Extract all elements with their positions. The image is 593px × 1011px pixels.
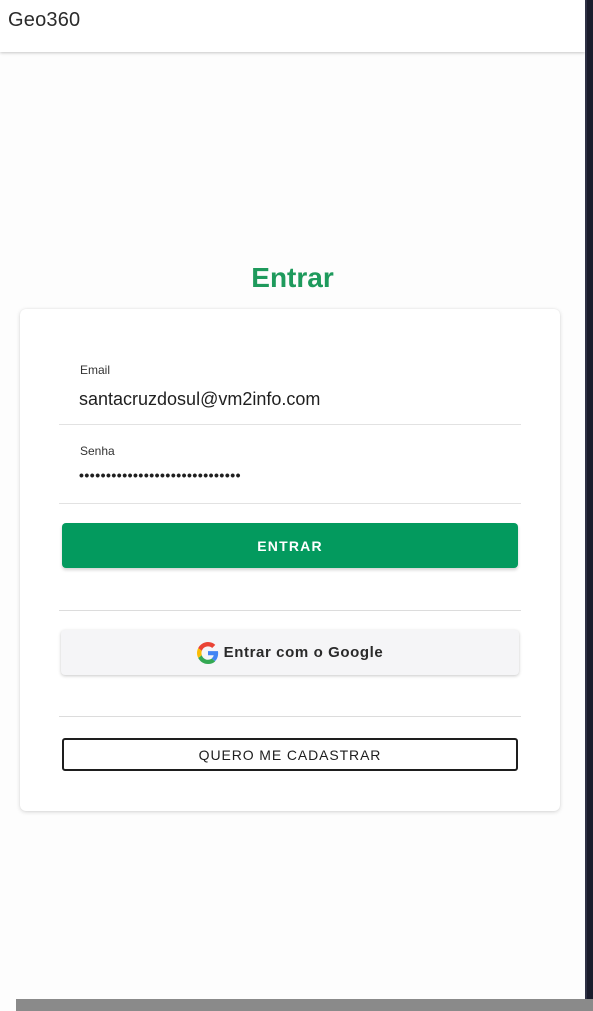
app-bar: Geo360 bbox=[0, 0, 585, 52]
divider bbox=[59, 716, 521, 717]
password-input[interactable]: •••••••••••••••••••••••••••••• bbox=[79, 467, 499, 483]
email-field[interactable]: Email bbox=[59, 352, 521, 425]
login-button[interactable]: ENTRAR bbox=[62, 523, 518, 568]
horizontal-scrollbar[interactable] bbox=[16, 999, 593, 1011]
email-label: Email bbox=[80, 363, 111, 377]
page-title: Entrar bbox=[251, 262, 334, 293]
google-login-button[interactable]: Entrar com o Google bbox=[61, 630, 519, 675]
password-field[interactable]: Senha •••••••••••••••••••••••••••••• bbox=[59, 433, 521, 504]
divider bbox=[59, 610, 521, 611]
login-page: Geo360 Entrar Email Senha ••••••••••••••… bbox=[0, 0, 593, 1011]
register-button[interactable]: QUERO ME CADASTRAR bbox=[62, 738, 518, 771]
window-edge bbox=[585, 0, 593, 1000]
password-label: Senha bbox=[80, 444, 115, 458]
app-title: Geo360 bbox=[8, 9, 81, 31]
google-login-label: Entrar com o Google bbox=[223, 644, 384, 661]
email-input[interactable] bbox=[79, 389, 499, 410]
google-icon bbox=[196, 641, 218, 664]
